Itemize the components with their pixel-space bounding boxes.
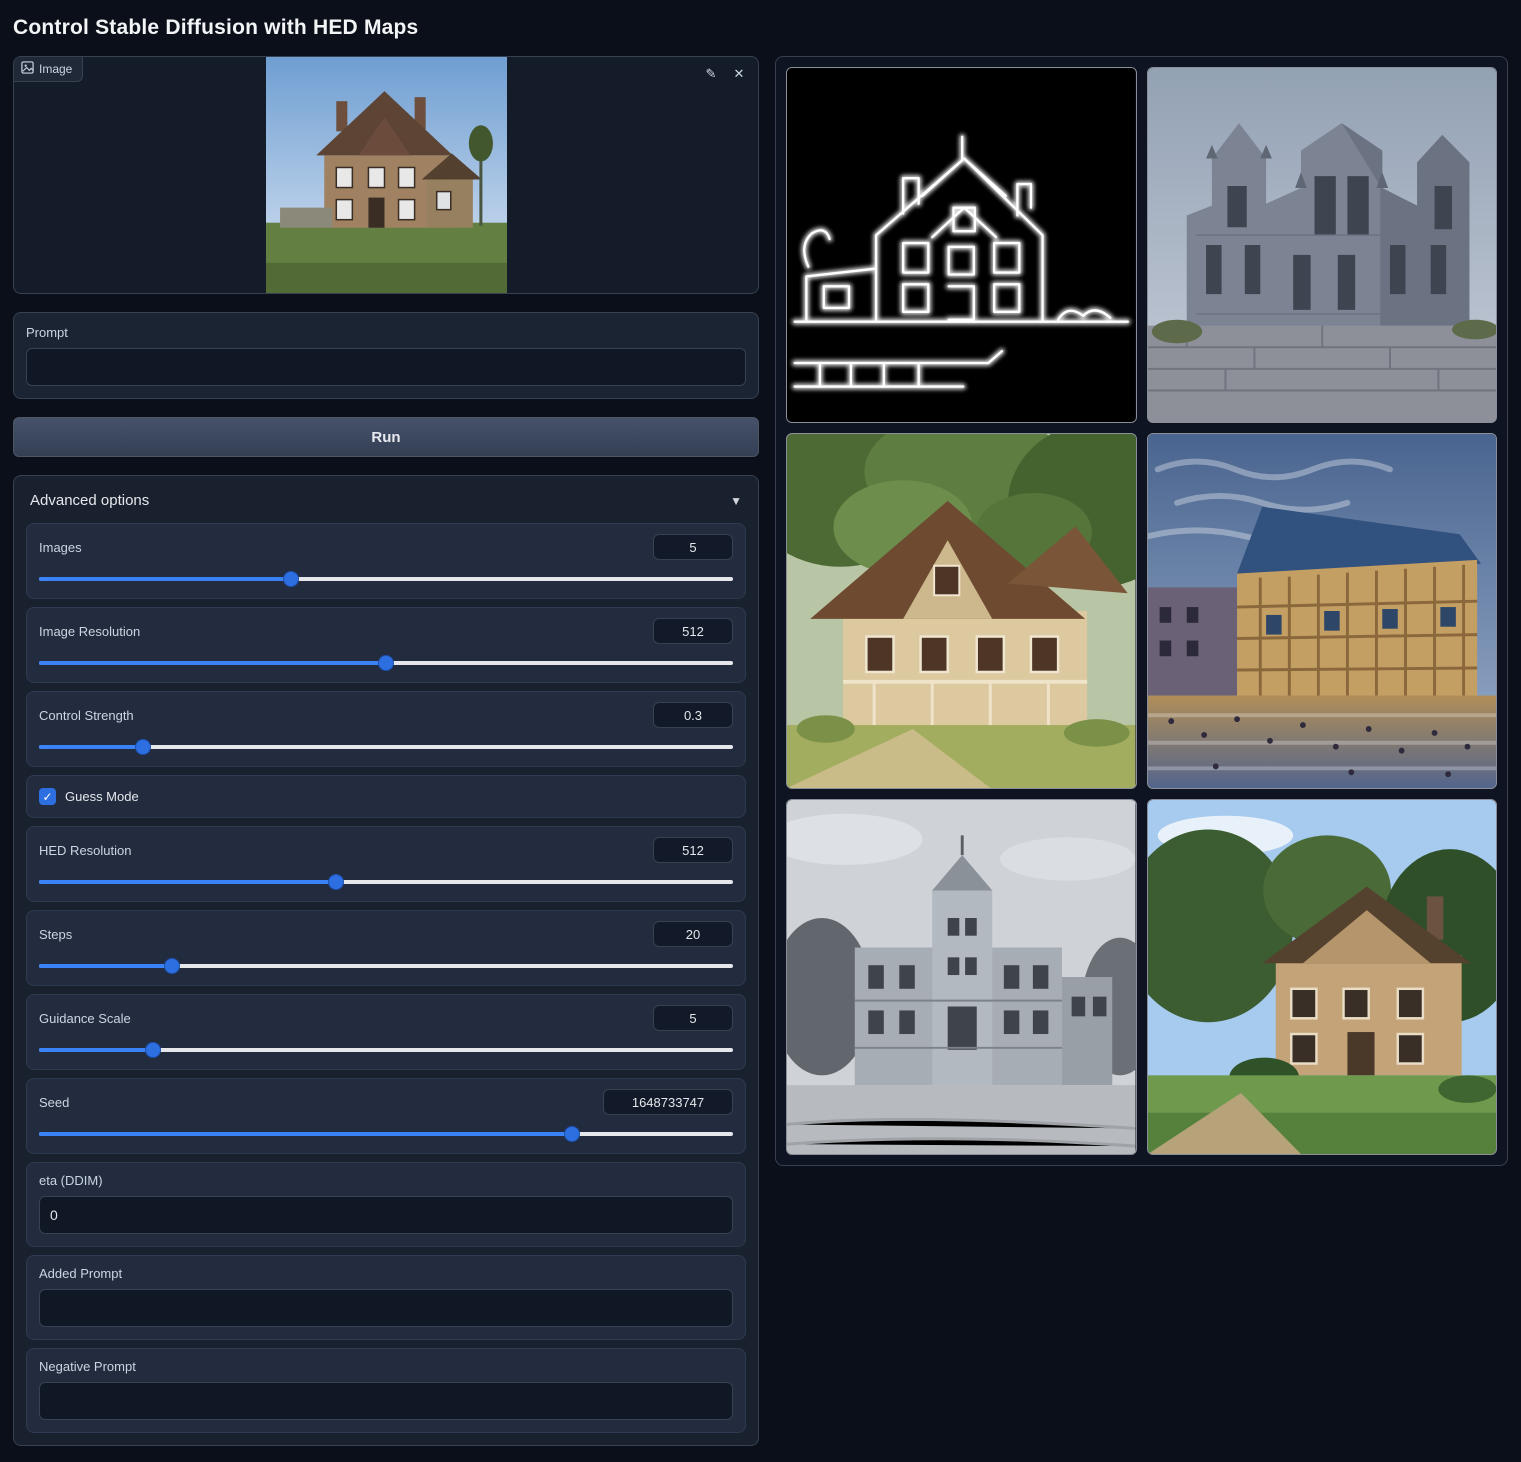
image-resolution-label: Image Resolution: [39, 624, 140, 639]
eta-block: eta (DDIM): [26, 1162, 746, 1247]
steps-slider-block: Steps: [26, 910, 746, 986]
steps-value-input[interactable]: [653, 921, 733, 947]
controls-column: Image ✎ ✕: [13, 56, 759, 1446]
guess-mode-checkbox[interactable]: ✓: [39, 788, 56, 805]
check-icon: ✓: [42, 790, 52, 804]
hed-resolution-value-input[interactable]: [653, 837, 733, 863]
output-gallery: [775, 56, 1508, 1166]
gallery-image-painterly-timber-house[interactable]: [1147, 433, 1498, 789]
guidance-scale-label: Guidance Scale: [39, 1011, 131, 1026]
hed-resolution-slider[interactable]: [39, 875, 733, 889]
gallery-image-grayscale-building[interactable]: [786, 799, 1137, 1155]
guidance-scale-slider-block: Guidance Scale: [26, 994, 746, 1070]
guess-mode-label: Guess Mode: [65, 789, 139, 804]
accordion-arrow-icon: ▼: [730, 494, 742, 508]
seed-slider[interactable]: [39, 1127, 733, 1141]
advanced-options-title: Advanced options: [30, 492, 149, 509]
images-slider[interactable]: [39, 572, 733, 586]
control-strength-slider[interactable]: [39, 740, 733, 754]
gallery-image-country-house[interactable]: [1147, 799, 1498, 1155]
uploaded-house-photo[interactable]: [266, 57, 507, 293]
guidance-scale-value-input[interactable]: [653, 1005, 733, 1031]
gallery-image-hed-edge-map[interactable]: [786, 67, 1137, 423]
image-icon: [21, 61, 34, 77]
advanced-options-body: Images Image Resolution: [26, 523, 746, 1433]
image-input-panel[interactable]: Image ✎ ✕: [13, 56, 759, 294]
added-prompt-block: Added Prompt: [26, 1255, 746, 1340]
hed-resolution-slider-block: HED Resolution: [26, 826, 746, 902]
page-title: Control Stable Diffusion with HED Maps: [13, 16, 1508, 40]
seed-slider-thumb[interactable]: [565, 1127, 579, 1141]
guidance-scale-slider-thumb[interactable]: [146, 1043, 160, 1057]
added-prompt-label: Added Prompt: [39, 1266, 733, 1281]
eta-label: eta (DDIM): [39, 1173, 733, 1188]
added-prompt-input[interactable]: [39, 1289, 733, 1327]
gallery-image-victorian-house-painting[interactable]: [786, 433, 1137, 789]
advanced-options-accordion: Advanced options ▼ Images: [13, 475, 759, 1446]
images-label: Images: [39, 540, 82, 555]
hed-resolution-slider-thumb[interactable]: [329, 875, 343, 889]
steps-slider[interactable]: [39, 959, 733, 973]
seed-label: Seed: [39, 1095, 69, 1110]
guess-mode-block: ✓ Guess Mode: [26, 775, 746, 818]
images-slider-thumb[interactable]: [284, 572, 298, 586]
guidance-scale-slider[interactable]: [39, 1043, 733, 1057]
image-resolution-value-input[interactable]: [653, 618, 733, 644]
eta-input[interactable]: [39, 1196, 733, 1234]
prompt-label: Prompt: [26, 325, 746, 340]
clear-icon[interactable]: ✕: [728, 63, 750, 85]
advanced-options-header[interactable]: Advanced options ▼: [26, 488, 746, 523]
negative-prompt-input[interactable]: [39, 1382, 733, 1420]
control-strength-slider-block: Control Strength: [26, 691, 746, 767]
negative-prompt-block: Negative Prompt: [26, 1348, 746, 1433]
control-strength-label: Control Strength: [39, 708, 134, 723]
edit-icon[interactable]: ✎: [700, 63, 722, 85]
main-columns: Image ✎ ✕: [13, 56, 1508, 1446]
seed-value-input[interactable]: [603, 1089, 733, 1115]
output-column: [775, 56, 1508, 1166]
steps-slider-thumb[interactable]: [165, 959, 179, 973]
gallery-grid: [786, 67, 1497, 1155]
image-actions: ✎ ✕: [700, 63, 750, 85]
image-resolution-slider-block: Image Resolution: [26, 607, 746, 683]
images-slider-block: Images: [26, 523, 746, 599]
image-resolution-slider-thumb[interactable]: [379, 656, 393, 670]
seed-slider-block: Seed: [26, 1078, 746, 1154]
negative-prompt-label: Negative Prompt: [39, 1359, 733, 1374]
control-strength-slider-thumb[interactable]: [136, 740, 150, 754]
prompt-input[interactable]: [26, 348, 746, 386]
image-resolution-slider[interactable]: [39, 656, 733, 670]
image-input-label-tab: Image: [14, 57, 83, 82]
images-value-input[interactable]: [653, 534, 733, 560]
image-input-label: Image: [39, 62, 72, 76]
hed-resolution-label: HED Resolution: [39, 843, 132, 858]
prompt-block: Prompt: [13, 312, 759, 399]
steps-label: Steps: [39, 927, 72, 942]
run-button[interactable]: Run: [13, 417, 759, 457]
control-strength-value-input[interactable]: [653, 702, 733, 728]
gallery-image-stone-cathedral[interactable]: [1147, 67, 1498, 423]
